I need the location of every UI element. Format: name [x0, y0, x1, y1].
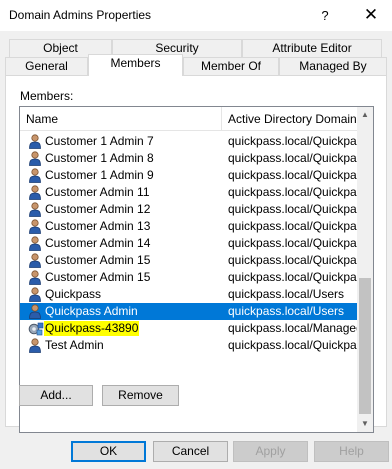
cancel-button[interactable]: Cancel: [153, 441, 228, 462]
member-ad-path: quickpass.local/Quickpass/: [228, 151, 357, 165]
member-name: Customer 1 Admin 8: [45, 151, 154, 165]
close-button[interactable]: ✕: [350, 0, 392, 32]
list-item[interactable]: Customer 1 Admin 7 quickpass.local/Quickp…: [20, 133, 357, 150]
members-panel: Members: Name Active Directory Domain Se…: [5, 75, 387, 433]
member-ad-path: quickpass.local/Quickpass/: [228, 134, 357, 148]
member-ad-path: quickpass.local/Quickpass/: [228, 168, 357, 182]
user-icon: [28, 151, 42, 166]
member-name: Customer Admin 12: [45, 202, 151, 216]
member-ad-path: quickpass.local/Managed S: [228, 321, 357, 335]
member-ad-path: quickpass.local/Users: [228, 287, 345, 301]
title-bar: Domain Admins Properties ? ✕: [0, 0, 392, 32]
column-header-ad-path[interactable]: Active Directory Domain Ser: [228, 112, 357, 126]
user-icon: [28, 219, 42, 234]
vertical-scrollbar[interactable]: ▲ ▼: [357, 107, 373, 432]
member-ad-path: quickpass.local/Quickpass/: [228, 338, 357, 352]
tab-general[interactable]: General: [5, 57, 88, 76]
list-item[interactable]: Customer Admin 13 quickpass.local/Quickpa…: [20, 218, 357, 235]
members-list[interactable]: Name Active Directory Domain Ser Custome…: [19, 106, 374, 433]
member-ad-path: quickpass.local/Users: [228, 304, 345, 318]
tab-members[interactable]: Members: [88, 54, 183, 76]
scroll-down-arrow-icon[interactable]: ▼: [357, 416, 373, 432]
member-name: Test Admin: [45, 338, 104, 352]
list-item[interactable]: Quickpass-43890 quickpass.local/Managed S: [20, 320, 357, 337]
member-name: Customer 1 Admin 9: [45, 168, 154, 182]
member-name: Customer 1 Admin 7: [45, 134, 154, 148]
list-item[interactable]: Quickpass quickpass.local/Users: [20, 286, 357, 303]
help-title-button[interactable]: ?: [310, 0, 340, 32]
column-header-name[interactable]: Name: [26, 112, 58, 126]
user-icon: [28, 202, 42, 217]
user-icon: [28, 134, 42, 149]
member-ad-path: quickpass.local/Quickpass/: [228, 202, 357, 216]
user-icon: [28, 304, 42, 319]
member-name: Customer Admin 14: [45, 236, 151, 250]
list-item[interactable]: Customer Admin 15 quickpass.local/Quickpa…: [20, 252, 357, 269]
list-header: Name Active Directory Domain Ser: [20, 107, 373, 131]
list-item[interactable]: Quickpass Admin quickpass.local/Users: [20, 303, 357, 320]
user-icon: [28, 168, 42, 183]
list-item[interactable]: Customer 1 Admin 9 quickpass.local/Quickp…: [20, 167, 357, 184]
member-ad-path: quickpass.local/Quickpass/: [228, 253, 357, 267]
user-icon: [28, 236, 42, 251]
list-item[interactable]: Customer Admin 11 quickpass.local/Quickpa…: [20, 184, 357, 201]
user-icon: [28, 338, 42, 353]
member-name: Customer Admin 15: [45, 253, 151, 267]
member-name: Quickpass-43890: [44, 321, 140, 336]
list-item[interactable]: Customer 1 Admin 8 quickpass.local/Quickp…: [20, 150, 357, 167]
scroll-up-arrow-icon[interactable]: ▲: [357, 107, 373, 123]
scroll-thumb[interactable]: [359, 278, 371, 414]
window-title: Domain Admins Properties: [9, 8, 152, 22]
remove-button[interactable]: Remove: [102, 385, 179, 406]
tab-member-of[interactable]: Member Of: [183, 57, 279, 76]
user-icon: [28, 253, 42, 268]
list-item[interactable]: Customer Admin 14 quickpass.local/Quickpa…: [20, 235, 357, 252]
tab-managed-by[interactable]: Managed By: [279, 57, 387, 76]
tab-attribute-editor[interactable]: Attribute Editor: [242, 39, 382, 58]
member-name: Quickpass: [45, 287, 102, 301]
user-icon: [28, 270, 42, 285]
help-button[interactable]: Help: [314, 441, 389, 462]
member-rows: Customer 1 Admin 7 quickpass.local/Quickp…: [20, 133, 357, 354]
add-button[interactable]: Add...: [19, 385, 93, 406]
member-name: Quickpass Admin: [45, 304, 138, 318]
member-ad-path: quickpass.local/Quickpass/: [228, 270, 357, 284]
ok-button[interactable]: OK: [71, 441, 146, 462]
members-label: Members:: [20, 89, 74, 103]
member-ad-path: quickpass.local/Quickpass/: [228, 219, 357, 233]
member-ad-path: quickpass.local/Quickpass/: [228, 236, 357, 250]
list-item[interactable]: Customer Admin 12 quickpass.local/Quickpa…: [20, 201, 357, 218]
apply-button[interactable]: Apply: [233, 441, 308, 462]
user-icon: [28, 287, 42, 302]
member-name: Customer Admin 13: [45, 219, 151, 233]
list-item[interactable]: Customer Admin 15 quickpass.local/Quickpa…: [20, 269, 357, 286]
member-name: Customer Admin 15: [45, 270, 151, 284]
list-item[interactable]: Test Admin quickpass.local/Quickpass/: [20, 337, 357, 354]
member-name: Customer Admin 11: [45, 185, 150, 199]
user-icon: [28, 185, 42, 200]
service-account-icon: [28, 321, 44, 336]
member-ad-path: quickpass.local/Quickpass/: [228, 185, 357, 199]
column-separator[interactable]: [221, 107, 222, 131]
